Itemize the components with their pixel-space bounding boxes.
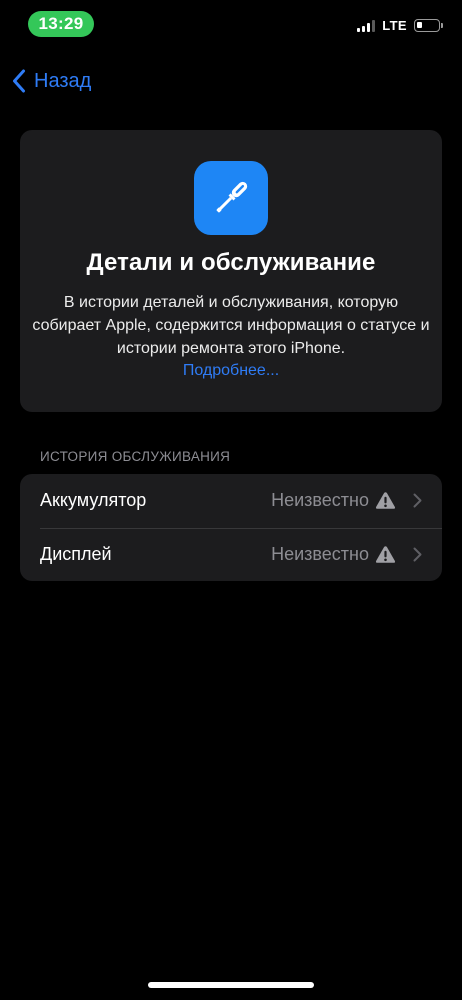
status-bar: 13:29 LTE	[0, 0, 462, 50]
row-value: Неизвестно	[271, 543, 369, 564]
list-item-display[interactable]: Дисплей Неизвестно	[20, 527, 442, 582]
battery-icon	[414, 18, 443, 32]
back-label: Назад	[34, 69, 92, 92]
warning-icon	[375, 492, 396, 509]
more-link[interactable]: Подробнее...	[20, 362, 442, 380]
back-button[interactable]: Назад	[12, 64, 91, 98]
chevron-right-icon	[413, 493, 422, 508]
chevron-left-icon	[13, 69, 25, 93]
service-history-list: Аккумулятор Неизвестно Дисплей Неизвестн…	[20, 474, 442, 581]
home-indicator[interactable]	[148, 982, 314, 988]
row-label: Аккумулятор	[40, 490, 147, 511]
parts-service-card: Детали и обслуживание В истории деталей …	[20, 130, 442, 412]
status-indicators: LTE	[357, 17, 443, 33]
cellular-signal-icon	[357, 19, 376, 32]
network-type: LTE	[382, 17, 407, 33]
status-time[interactable]: 13:29	[28, 11, 94, 37]
card-description: В истории деталей и обслуживания, котору…	[32, 294, 430, 357]
screwdriver-icon	[194, 161, 268, 235]
section-header: ИСТОРИЯ ОБСЛУЖИВАНИЯ	[40, 449, 231, 464]
chevron-right-icon	[413, 547, 422, 561]
warning-icon	[375, 545, 396, 563]
row-value: Неизвестно	[271, 490, 369, 511]
list-item-battery[interactable]: Аккумулятор Неизвестно	[20, 474, 442, 528]
row-label: Дисплей	[40, 543, 112, 564]
card-title: Детали и обслуживание	[86, 249, 376, 276]
